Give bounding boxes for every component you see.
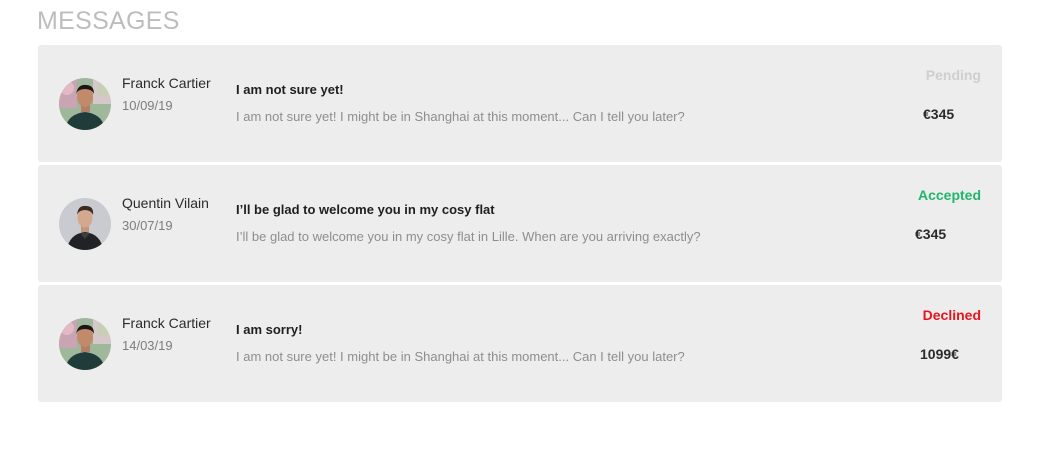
- message-card[interactable]: Franck Cartier 14/03/19 I am sorry! I am…: [38, 285, 1002, 402]
- status-badge: Pending: [925, 67, 981, 83]
- message-preview: I’ll be glad to welcome you in my cosy f…: [236, 229, 701, 244]
- franck-avatar-image: [59, 318, 111, 370]
- sender-name: Franck Cartier: [122, 75, 211, 91]
- avatar: [59, 198, 111, 250]
- price-label: €345: [915, 226, 947, 242]
- message-date: 30/07/19: [122, 218, 173, 233]
- avatar: [59, 78, 111, 130]
- sender-name: Franck Cartier: [122, 315, 211, 331]
- page-title: MESSAGES: [37, 7, 180, 35]
- messages-page: MESSAGES Franck Cartier 10/09/19 I am no…: [0, 0, 1051, 453]
- price-label: €345: [923, 106, 955, 122]
- message-card[interactable]: Franck Cartier 10/09/19 I am not sure ye…: [38, 45, 1002, 162]
- sender-name: Quentin Vilain: [122, 195, 209, 211]
- message-subject: I am not sure yet!: [236, 82, 344, 97]
- avatar: [59, 318, 111, 370]
- message-date: 10/09/19: [122, 98, 173, 113]
- status-badge: Declined: [922, 307, 981, 323]
- quentin-avatar-image: [59, 198, 111, 250]
- message-preview: I am not sure yet! I might be in Shangha…: [236, 349, 685, 364]
- message-list: Franck Cartier 10/09/19 I am not sure ye…: [38, 45, 1002, 405]
- price-label: 1099€: [920, 346, 959, 362]
- message-subject: I am sorry!: [236, 322, 303, 337]
- message-subject: I’ll be glad to welcome you in my cosy f…: [236, 202, 495, 217]
- message-card[interactable]: Quentin Vilain 30/07/19 I’ll be glad to …: [38, 165, 1002, 282]
- status-badge: Accepted: [917, 187, 981, 203]
- message-date: 14/03/19: [122, 338, 173, 353]
- message-preview: I am not sure yet! I might be in Shangha…: [236, 109, 685, 124]
- franck-avatar-image: [59, 78, 111, 130]
